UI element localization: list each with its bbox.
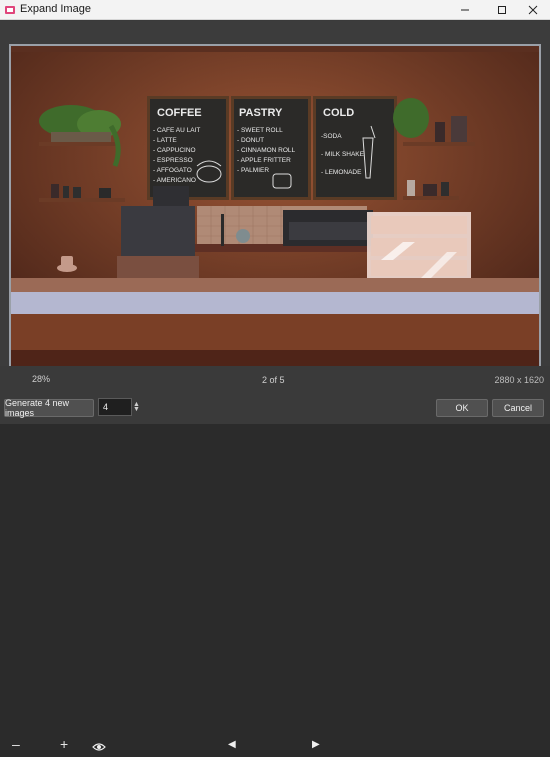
generate-images-button[interactable]: Generate 4 new images [4, 398, 94, 418]
board-coffee-item-6: - AMERICANO [153, 177, 196, 184]
menu-board-coffee: COFFEE - CAFE AU LAIT - LATTE - CAPPUCIN… [147, 96, 229, 200]
image-dimensions: 2880 x 1620 [494, 375, 544, 385]
menu-board-cold: COLD -SODA - MILK SHAKE - LEMONADE [313, 96, 397, 200]
board-pastry-title: PASTRY [239, 107, 283, 119]
board-pastry-item-4: - APPLE FRITTER [237, 157, 291, 164]
board-coffee-item-2: - LATTE [153, 137, 177, 144]
board-cold-item-2: - MILK SHAKE [321, 151, 365, 158]
zoom-in-button[interactable]: + [60, 737, 68, 751]
canvas-area: COFFEE - CAFE AU LAIT - LATTE - CAPPUCIN… [0, 21, 550, 368]
expand-image-window: Expand Image COFFEE - CAFE AU LAIT - LAT… [0, 0, 550, 751]
board-cold-item-3: - LEMONADE [321, 169, 362, 176]
previous-image-button[interactable]: ◀ [228, 739, 236, 750]
minimize-button[interactable] [448, 0, 482, 20]
menu-board-pastry: PASTRY - SWEET ROLL - DONUT - CINNAMON R… [231, 96, 311, 200]
board-coffee-item-5: - AFFOGATO [153, 167, 192, 174]
maximize-button[interactable] [485, 0, 519, 20]
cafe-illustration: COFFEE - CAFE AU LAIT - LATTE - CAPPUCIN… [11, 46, 539, 366]
board-pastry-item-5: - PALMIER [237, 167, 269, 174]
count-spinner[interactable]: ▲ ▼ [133, 401, 140, 413]
cancel-button[interactable]: Cancel [492, 399, 544, 417]
board-cold-title: COLD [323, 107, 354, 119]
minimize-icon [461, 9, 469, 11]
page-indicator: 2 of 5 [262, 375, 285, 385]
app-icon [5, 6, 15, 14]
eye-icon [92, 743, 106, 751]
board-coffee-item-1: - CAFE AU LAIT [153, 127, 200, 134]
close-icon [528, 5, 538, 15]
spin-down-icon[interactable]: ▼ [133, 406, 140, 413]
board-pastry-item-1: - SWEET ROLL [237, 127, 283, 134]
title-bar: Expand Image [0, 0, 550, 20]
board-pastry-item-2: - DONUT [237, 137, 264, 144]
zoom-level[interactable]: 28% [32, 374, 50, 384]
maximize-icon [498, 6, 506, 14]
close-button[interactable] [516, 0, 550, 20]
board-coffee-title: COFFEE [157, 107, 202, 119]
board-pastry-item-3: - CINNAMON ROLL [237, 147, 296, 154]
next-image-button[interactable]: ▶ [312, 739, 320, 750]
zoom-out-button[interactable]: – [12, 737, 20, 751]
board-coffee-item-4: - ESPRESSO [153, 157, 193, 164]
pastry-display [367, 212, 471, 280]
window-title: Expand Image [20, 3, 91, 15]
toggle-preview-button[interactable] [92, 739, 106, 757]
image-preview[interactable]: COFFEE - CAFE AU LAIT - LATTE - CAPPUCIN… [9, 44, 541, 368]
image-count-input[interactable]: 4 [98, 398, 132, 416]
board-cold-item-1: -SODA [321, 133, 342, 140]
ok-button[interactable]: OK [436, 399, 488, 417]
board-coffee-item-3: - CAPPUCINO [153, 147, 196, 154]
